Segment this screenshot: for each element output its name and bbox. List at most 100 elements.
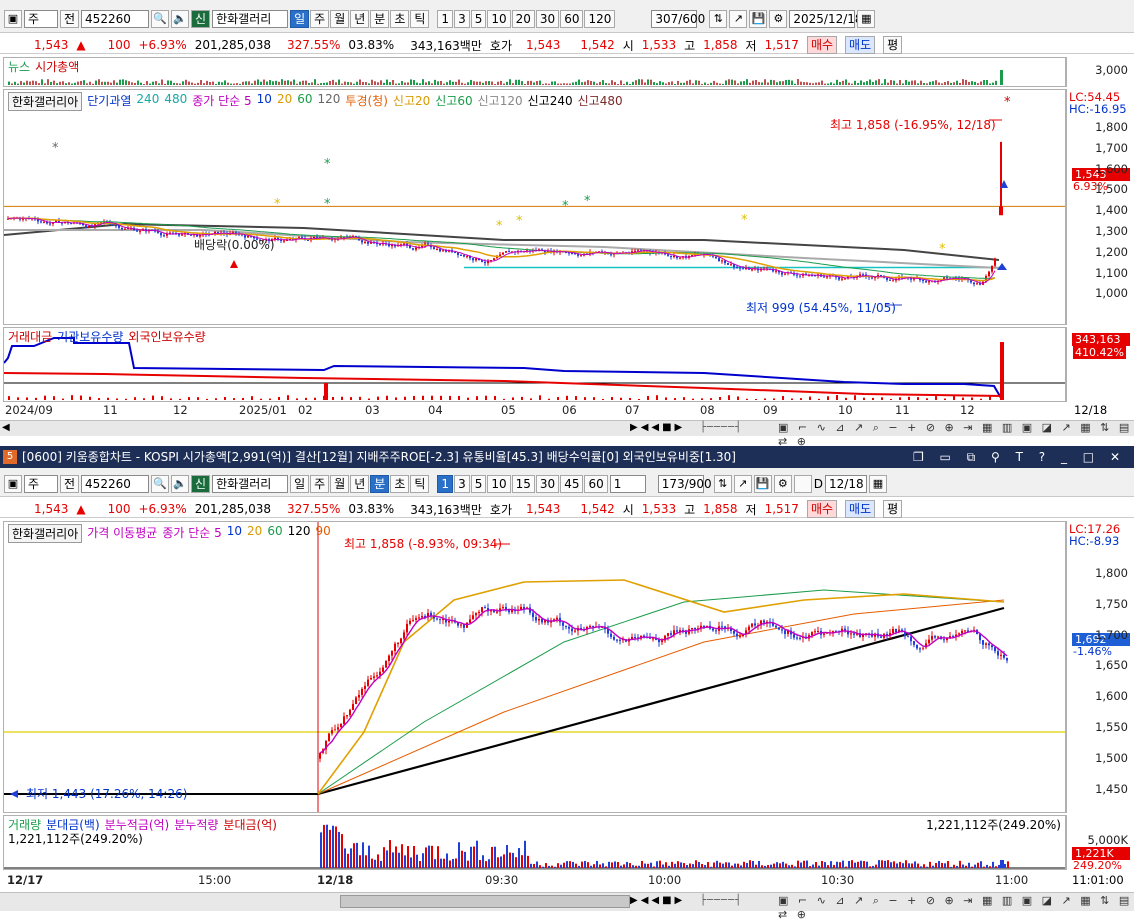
tab-초[interactable]: 초: [390, 475, 410, 493]
speaker-icon[interactable]: 🔈: [171, 475, 190, 493]
volume-bar: [473, 846, 475, 868]
sell-button[interactable]: 매도: [845, 36, 876, 54]
count-15[interactable]: 15: [511, 475, 535, 493]
code-input[interactable]: 452260: [81, 10, 150, 28]
playback-controls-icon[interactable]: ▶◀◀■▶: [630, 422, 685, 433]
search-icon[interactable]: 🔍: [151, 10, 170, 28]
news-bar: [389, 82, 391, 85]
layout-icon[interactable]: ▣: [4, 475, 22, 493]
news-bar: [257, 79, 259, 85]
date-field[interactable]: 12/18: [825, 475, 867, 493]
eval-button[interactable]: 평: [883, 36, 903, 54]
buy-button[interactable]: 매수: [806, 36, 838, 54]
candle-body: [913, 641, 915, 645]
stock-name[interactable]: 한화갤러리: [212, 10, 289, 28]
scroll-left-icon[interactable]: ◀: [2, 422, 10, 433]
news-bar: [302, 80, 304, 85]
tab-초[interactable]: 초: [390, 10, 410, 28]
checkbox[interactable]: [793, 475, 812, 493]
sell-button[interactable]: 매도: [845, 500, 876, 518]
volume-bar: [896, 863, 898, 868]
eval-button[interactable]: 평: [883, 500, 903, 518]
candle-body: [925, 280, 927, 283]
amount-bar: [530, 398, 532, 400]
trend-icon[interactable]: ↗: [733, 475, 752, 493]
count-10[interactable]: 10: [487, 10, 511, 28]
amount: 343,163백만: [410, 502, 482, 517]
tab-년[interactable]: 년: [350, 10, 370, 28]
gear-icon[interactable]: ⚙: [769, 10, 788, 28]
jeon-button[interactable]: 전: [60, 10, 80, 28]
count-5[interactable]: 5: [470, 475, 487, 493]
tab-일[interactable]: 일: [290, 475, 310, 493]
tab-년[interactable]: 년: [350, 475, 370, 493]
count-10[interactable]: 10: [487, 475, 511, 493]
y-tick-label: 1,650: [1095, 658, 1128, 673]
count-45[interactable]: 45: [560, 475, 584, 493]
range-field[interactable]: 307/600: [651, 10, 705, 28]
count-3[interactable]: 3: [454, 475, 470, 493]
compare-icon[interactable]: ⇅: [713, 475, 732, 493]
tab-분[interactable]: 분: [370, 475, 390, 493]
candle-body: [796, 274, 798, 276]
news-bar: [41, 79, 43, 85]
drawing-tools-icon[interactable]: ▣ ⌐ ∿ ⊿ ↗ ⌕ − + ⊘ ⊕ ⇥ ▦ ▥ ▣ ◪ ↗ ▦ ⇅ ▤ ⇄ …: [778, 894, 1134, 921]
count-30[interactable]: 30: [535, 475, 560, 493]
count-1[interactable]: 1: [437, 475, 454, 493]
zoom-slider-icon[interactable]: ├────┤: [700, 422, 742, 433]
minute-select[interactable]: 1: [609, 475, 646, 493]
count-60[interactable]: 60: [584, 475, 608, 493]
tab-틱[interactable]: 틱: [410, 475, 430, 493]
volume-bar: [617, 861, 619, 868]
count-60[interactable]: 60: [560, 10, 584, 28]
window-controls-icon[interactable]: ❐ ▭ ⧉ ⚲ T ? _ □ ✕: [913, 446, 1126, 468]
minute-price-chart[interactable]: [4, 522, 1065, 812]
tab-분[interactable]: 분: [370, 10, 390, 28]
period-select[interactable]: 주: [24, 10, 58, 28]
news-bar: [104, 81, 106, 85]
save-icon[interactable]: 💾: [753, 475, 772, 493]
period-select[interactable]: 주: [24, 475, 58, 493]
speaker-icon[interactable]: 🔈: [171, 10, 190, 28]
tab-틱[interactable]: 틱: [410, 10, 430, 28]
amount-bar: [926, 398, 928, 400]
signal-marker: *: [324, 197, 331, 212]
drawing-tools-icon[interactable]: ▣ ⌐ ∿ ⊿ ↗ ⌕ − + ⊘ ⊕ ⇥ ▦ ▥ ▣ ◪ ↗ ▦ ⇅ ▤ ⇄ …: [778, 421, 1134, 448]
calendar-icon[interactable]: ▦: [857, 10, 876, 28]
top-scrollbar[interactable]: ◀ ▶◀◀■▶ ├────┤ ▣ ⌐ ∿ ⊿ ↗ ⌕ − + ⊘ ⊕ ⇥ ▦ ▥…: [0, 420, 1134, 448]
layout-icon[interactable]: ▣: [4, 10, 22, 28]
candle-body: [799, 637, 801, 639]
calendar-icon[interactable]: ▦: [869, 475, 887, 493]
date-field[interactable]: 2025/12/18: [789, 10, 863, 28]
trend-icon[interactable]: ↗: [729, 10, 748, 28]
tab-주[interactable]: 주: [310, 10, 330, 28]
tab-일[interactable]: 일: [290, 10, 310, 28]
count-20[interactable]: 20: [511, 10, 535, 28]
save-icon[interactable]: 💾: [749, 10, 768, 28]
count-30[interactable]: 30: [535, 10, 560, 28]
tab-월[interactable]: 월: [330, 10, 350, 28]
buy-button[interactable]: 매수: [806, 500, 838, 518]
y-tick-label: 1,600: [1095, 689, 1128, 704]
news-bar: [713, 80, 715, 85]
playback-controls-icon[interactable]: ▶◀◀■▶: [630, 895, 685, 906]
bottom-scrollbar[interactable]: ▶◀◀■▶ ├────┤ ▣ ⌐ ∿ ⊿ ↗ ⌕ − + ⊘ ⊕ ⇥ ▦ ▥ ▣…: [0, 892, 1134, 921]
compare-icon[interactable]: ⇅: [709, 10, 728, 28]
news-bar: [761, 82, 763, 85]
news-bar: [515, 79, 517, 85]
jeon-button[interactable]: 전: [60, 475, 80, 493]
search-icon[interactable]: 🔍: [151, 475, 170, 493]
tab-월[interactable]: 월: [330, 475, 350, 493]
count-3[interactable]: 3: [454, 10, 470, 28]
count-5[interactable]: 5: [470, 10, 487, 28]
count-120[interactable]: 120: [584, 10, 616, 28]
zoom-slider-icon[interactable]: ├────┤: [700, 895, 742, 906]
scroll-thumb[interactable]: [340, 895, 630, 908]
gear-icon[interactable]: ⚙: [773, 475, 792, 493]
stock-name[interactable]: 한화갤러리: [212, 475, 289, 493]
code-input[interactable]: 452260: [81, 475, 150, 493]
count-1[interactable]: 1: [437, 10, 454, 28]
news-bar: [566, 83, 568, 85]
range-field[interactable]: 173/900: [657, 475, 712, 493]
tab-주[interactable]: 주: [310, 475, 330, 493]
